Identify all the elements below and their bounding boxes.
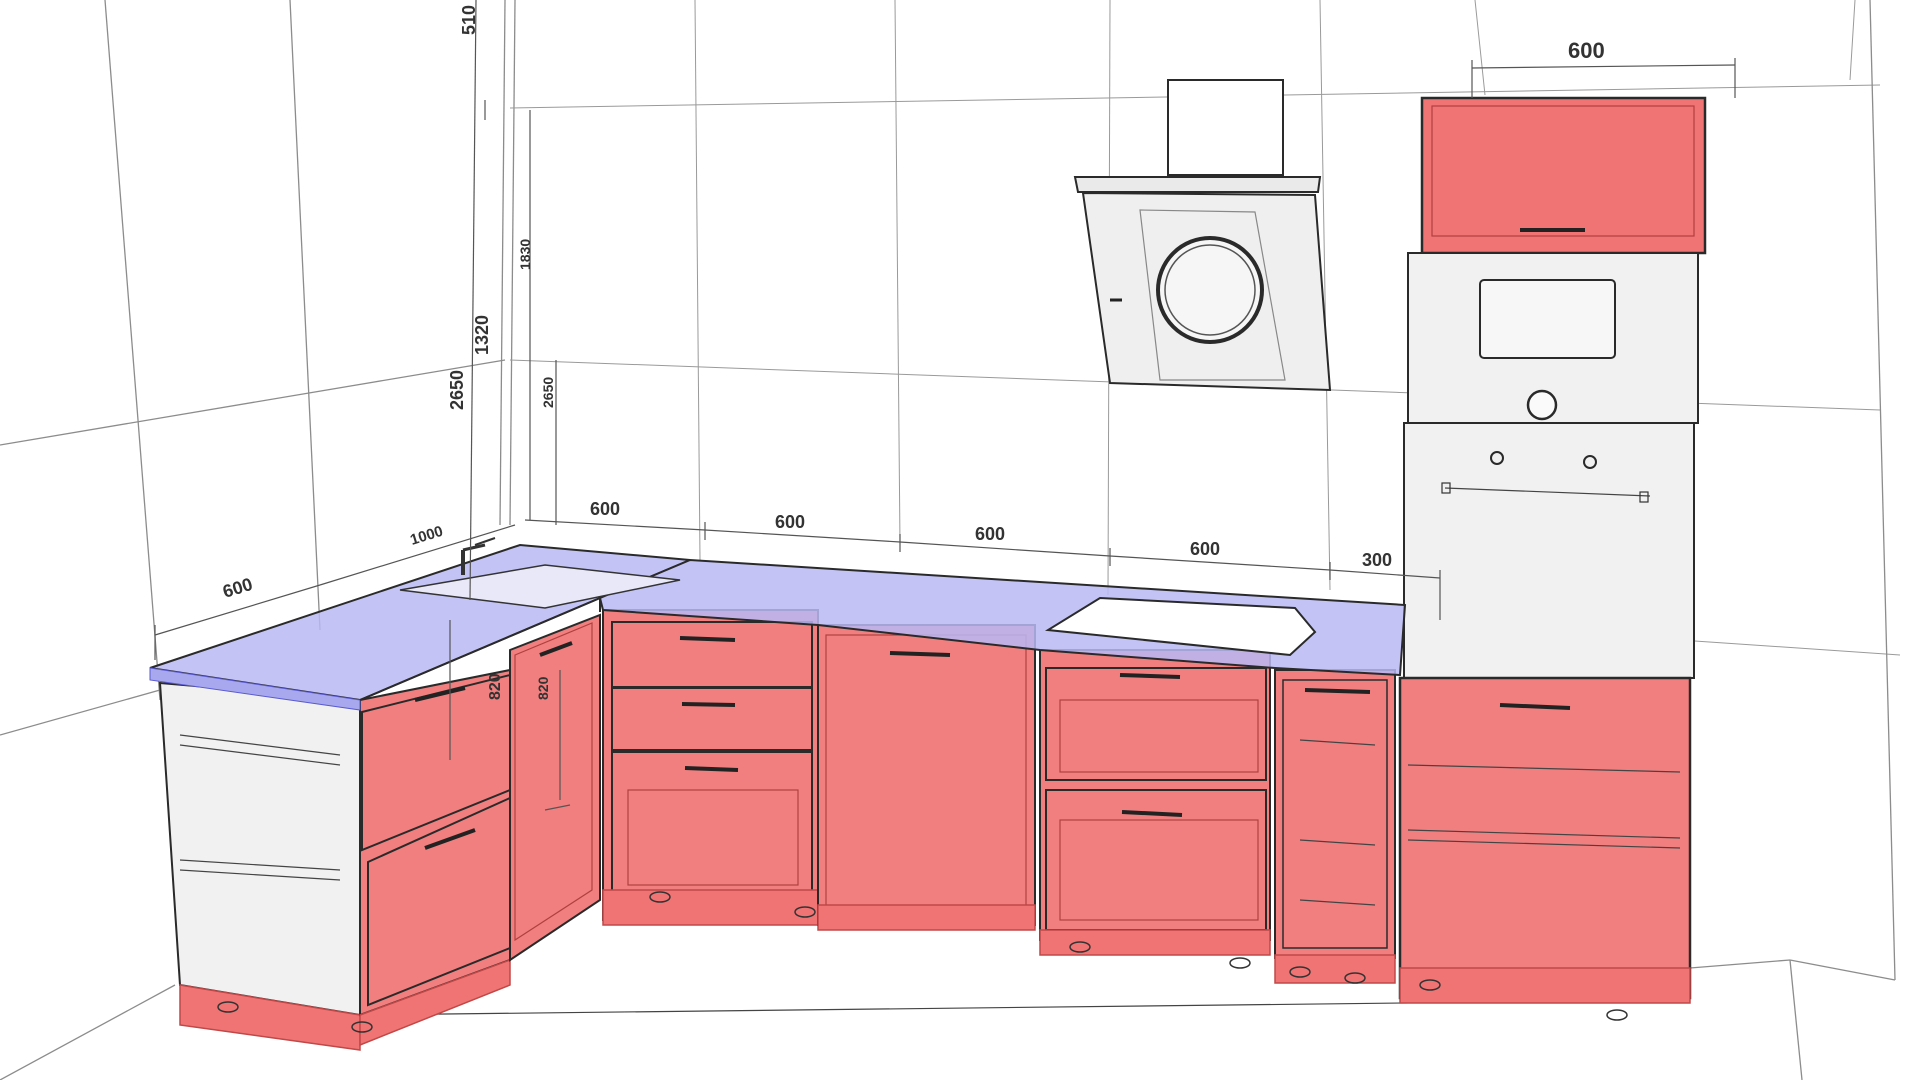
open-end-shelf-unit	[158, 681, 361, 1051]
dim-height-1320: 1320	[472, 315, 492, 355]
dim-back-2: 600	[775, 512, 805, 532]
dim-back-3: 600	[975, 524, 1005, 544]
tall-cabinet-column	[1398, 96, 1707, 1021]
dim-left-side-depth: 600	[220, 574, 255, 602]
corner-cabinet-door	[509, 613, 601, 962]
dim-corner-length: 1000	[408, 523, 445, 549]
dim-base-height-b: 820	[535, 676, 551, 700]
built-in-microwave-icon	[1479, 279, 1616, 359]
narrow-pullout-cabinet	[1274, 669, 1396, 984]
dim-base-height-a: 820	[487, 673, 504, 700]
dim-back-4: 600	[1190, 539, 1220, 559]
base-cabinet-three-drawers	[602, 609, 819, 926]
base-cabinet-two-drawers	[1039, 649, 1271, 969]
range-hood-icon	[1073, 79, 1332, 392]
built-in-oven-icon	[1403, 422, 1695, 679]
dim-tall-cabinet-width: 600	[1568, 38, 1605, 63]
dim-back-5: 300	[1362, 550, 1392, 570]
dim-height-total-b: 2650	[540, 377, 556, 408]
kitchen-diagram: 600 1000 600 600 600 600 300 600 2650 26…	[0, 0, 1901, 1080]
dim-back-1: 600	[590, 499, 620, 519]
base-cabinet-door	[817, 624, 1036, 931]
dim-height-1830: 1830	[517, 239, 533, 270]
dim-height-total-a: 2650	[447, 370, 467, 410]
dim-height-510: 510	[459, 5, 479, 35]
